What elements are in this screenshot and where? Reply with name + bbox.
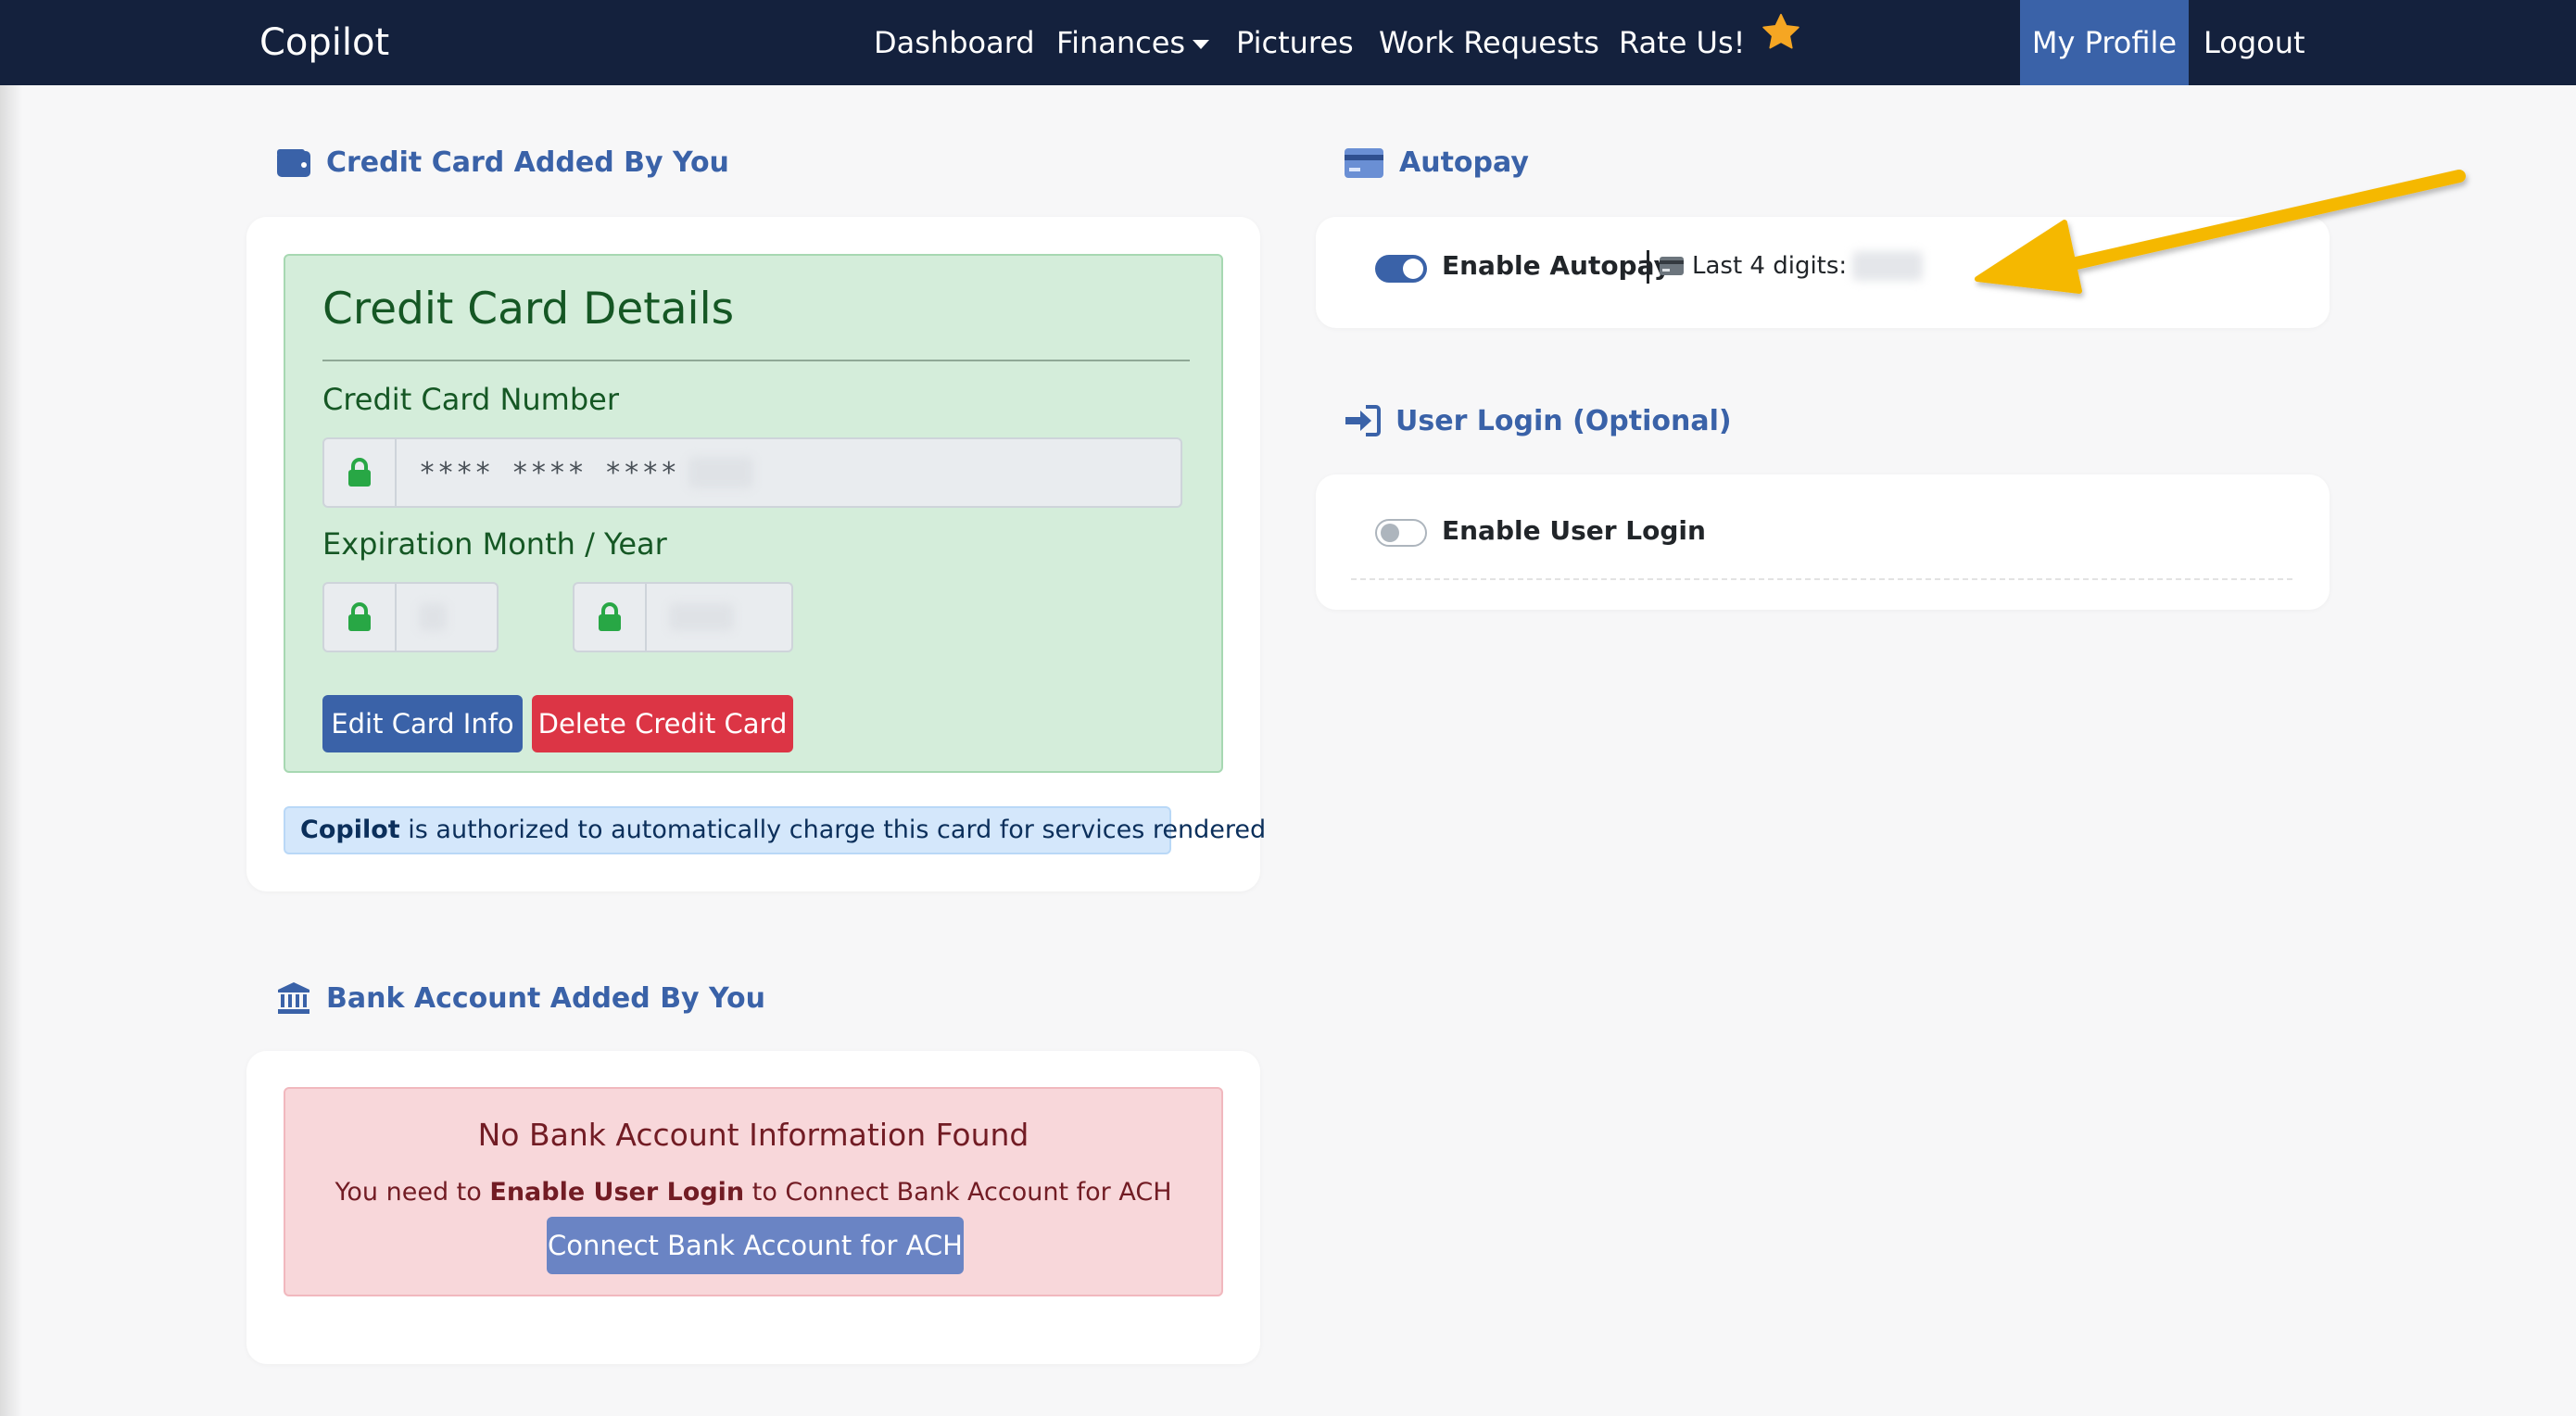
expiration-month-field[interactable] — [322, 582, 499, 652]
nav-pictures[interactable]: Pictures — [1236, 0, 1354, 85]
credit-card-details-box: Credit Card Details Credit Card Number *… — [284, 254, 1223, 773]
user-login-toggle[interactable] — [1375, 519, 1427, 547]
bank-section-header: Bank Account Added By You — [276, 980, 765, 1016]
user-login-section-title: User Login (Optional) — [1395, 404, 1732, 437]
chevron-down-icon — [1193, 40, 1210, 49]
separator — [1647, 250, 1649, 284]
nav-work-requests[interactable]: Work Requests — [1379, 0, 1599, 85]
card-number-field[interactable]: **** **** **** — [322, 437, 1182, 508]
nav-my-profile[interactable]: My Profile — [2020, 0, 2189, 85]
credit-card-section-title: Credit Card Added By You — [326, 146, 729, 179]
autopay-toggle-label: Enable Autopay — [1442, 250, 1671, 281]
no-bank-message-suffix: to Connect Bank Account for ACH — [751, 1178, 1172, 1207]
brand-logo[interactable]: Copilot — [259, 0, 389, 85]
nav-finances-label: Finances — [1056, 25, 1186, 60]
authorization-notice: Copilot is authorized to automatically c… — [284, 806, 1266, 854]
nav-rate-us-label: Rate Us! — [1619, 25, 1746, 60]
nav-finances-dropdown[interactable]: Finances — [1056, 0, 1210, 85]
authorization-text: is authorized to automatically charge th… — [408, 815, 1267, 844]
autopay-section-title: Autopay — [1399, 146, 1529, 179]
expiration-year-value — [647, 584, 791, 651]
redacted-digits — [688, 457, 753, 488]
expiration-year-field[interactable] — [573, 582, 793, 652]
expiration-label: Expiration Month / Year — [322, 526, 667, 562]
redacted-last4 — [1852, 251, 1924, 281]
user-login-toggle-label: Enable User Login — [1442, 515, 1706, 546]
no-bank-alert: No Bank Account Information Found You ne… — [284, 1087, 1223, 1296]
wallet-icon — [276, 147, 311, 179]
star-icon — [1761, 0, 1801, 84]
connect-bank-button[interactable]: Connect Bank Account for ACH — [547, 1217, 964, 1274]
credit-card-details-title: Credit Card Details — [322, 284, 735, 335]
no-bank-title: No Bank Account Information Found — [477, 1117, 1029, 1153]
nav-rate-us[interactable]: Rate Us! — [1619, 0, 1801, 85]
card-number-masked: **** **** **** — [419, 456, 679, 489]
nav-dashboard[interactable]: Dashboard — [874, 0, 1035, 85]
bank-icon — [276, 980, 311, 1016]
lock-icon — [575, 584, 647, 651]
lock-icon — [324, 584, 397, 651]
card-number-value: **** **** **** — [397, 439, 1181, 506]
toggle-knob — [1403, 259, 1423, 279]
sign-in-icon — [1344, 404, 1381, 437]
user-login-section-header: User Login (Optional) — [1344, 404, 1732, 437]
no-bank-message-bold: Enable User Login — [489, 1178, 745, 1207]
divider — [1351, 578, 2292, 580]
credit-card-section-header: Credit Card Added By You — [276, 146, 729, 179]
annotation-arrow-icon — [1975, 170, 2466, 294]
authorization-company: Copilot — [300, 815, 400, 844]
credit-card-icon — [1659, 256, 1685, 276]
page-edge-shadow — [0, 85, 22, 1416]
nav-logout[interactable]: Logout — [2203, 0, 2305, 85]
autopay-toggle[interactable] — [1375, 255, 1427, 283]
no-bank-message: You need to Enable User Login to Connect… — [285, 1178, 1221, 1207]
divider — [322, 360, 1190, 361]
autopay-section-header: Autopay — [1344, 146, 1529, 179]
card-number-label: Credit Card Number — [322, 382, 619, 417]
toggle-knob — [1381, 524, 1399, 542]
no-bank-message-prefix: You need to — [335, 1178, 482, 1207]
bank-section-title: Bank Account Added By You — [326, 981, 765, 1015]
delete-card-button[interactable]: Delete Credit Card — [532, 695, 793, 752]
last4-digits: Last 4 digits: — [1659, 251, 1924, 281]
lock-icon — [324, 439, 397, 506]
top-navbar: Copilot Dashboard Finances Pictures Work… — [0, 0, 2576, 85]
expiration-month-value — [397, 584, 497, 651]
redacted-month — [419, 603, 447, 631]
credit-card-icon — [1344, 147, 1384, 179]
edit-card-button[interactable]: Edit Card Info — [322, 695, 523, 752]
redacted-year — [669, 603, 734, 631]
last4-label: Last 4 digits: — [1692, 252, 1848, 280]
